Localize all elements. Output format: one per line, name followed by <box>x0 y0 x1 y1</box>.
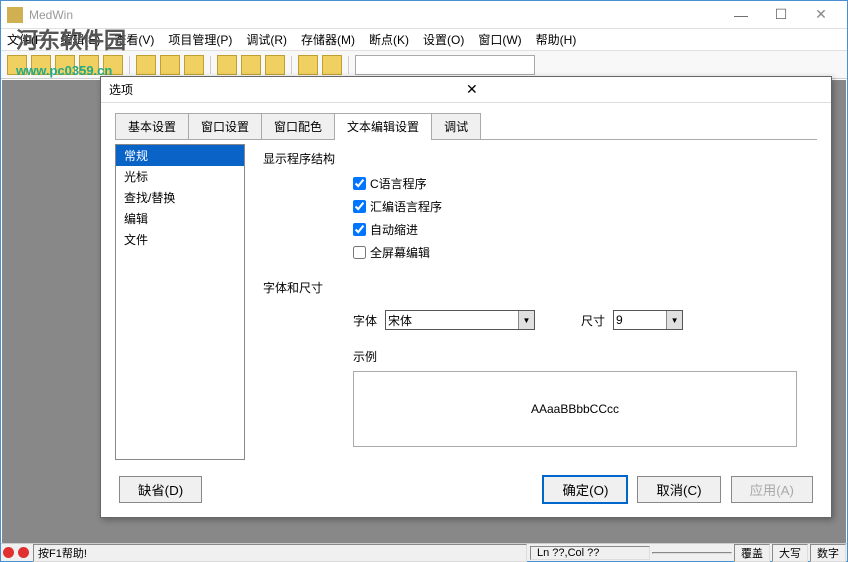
sample-label: 示例 <box>263 348 807 365</box>
check-fullscreen[interactable] <box>353 246 366 259</box>
toolbar-combo[interactable] <box>355 55 535 75</box>
separator <box>210 56 211 74</box>
options-dialog: 选项 ✕ 基本设置 窗口设置 窗口配色 文本编辑设置 调试 常规 光标 查找/替… <box>100 76 832 518</box>
toolbar-icon[interactable] <box>103 55 123 75</box>
defaults-button[interactable]: 缺省(D) <box>119 476 202 503</box>
tab-text-editor[interactable]: 文本编辑设置 <box>334 113 432 140</box>
size-value: 9 <box>616 313 623 327</box>
check-c-lang[interactable] <box>353 177 366 190</box>
category-list: 常规 光标 查找/替换 编辑 文件 <box>115 144 245 460</box>
menu-project[interactable]: 项目管理(P) <box>168 31 232 48</box>
statusbar: 按F1帮助! Ln ??,Col ?? 覆盖 大写 数字 <box>1 543 847 561</box>
check-c-lang-label: C语言程序 <box>370 175 427 192</box>
separator <box>291 56 292 74</box>
sample-text: AAaaBBbbCCcc <box>531 402 619 416</box>
sidebar-item-edit[interactable]: 编辑 <box>116 208 244 229</box>
sidebar-item-file[interactable]: 文件 <box>116 229 244 250</box>
toolbar-icon[interactable] <box>31 55 51 75</box>
status-dot-icon <box>18 547 29 558</box>
status-caps: 大写 <box>772 544 808 562</box>
ok-button[interactable]: 确定(O) <box>543 476 627 503</box>
toolbar-icon[interactable] <box>298 55 318 75</box>
status-ovr: 覆盖 <box>734 544 770 562</box>
check-indent-label: 自动缩进 <box>370 221 418 238</box>
toolbar-icon[interactable] <box>55 55 75 75</box>
window-title: MedWin <box>29 8 721 22</box>
status-dot-icon <box>3 547 14 558</box>
font-value: 宋体 <box>388 312 412 329</box>
struct-label: 显示程序结构 <box>263 150 807 167</box>
status-num: 数字 <box>810 544 846 562</box>
content-pane: 显示程序结构 C语言程序 汇编语言程序 自动缩进 全屏幕编辑 <box>253 144 817 460</box>
separator <box>348 56 349 74</box>
separator <box>129 56 130 74</box>
size-label: 尺寸 <box>581 312 605 329</box>
menubar: 文件(F) 编辑(E) 查看(V) 项目管理(P) 调试(R) 存储器(M) 断… <box>1 29 847 51</box>
titlebar: MedWin — ☐ ✕ <box>1 1 847 29</box>
toolbar-icon[interactable] <box>265 55 285 75</box>
menu-edit[interactable]: 编辑(E) <box>60 31 100 48</box>
tab-body: 常规 光标 查找/替换 编辑 文件 显示程序结构 C语言程序 汇编语言程序 自动… <box>101 140 831 468</box>
check-fullscreen-label: 全屏幕编辑 <box>370 244 430 261</box>
menu-help[interactable]: 帮助(H) <box>536 31 577 48</box>
font-size-label: 字体和尺寸 <box>263 279 807 296</box>
menu-debug[interactable]: 调试(R) <box>246 31 287 48</box>
font-select[interactable]: 宋体 ▼ <box>385 310 535 330</box>
check-indent[interactable] <box>353 223 366 236</box>
check-asm-label: 汇编语言程序 <box>370 198 442 215</box>
menu-memory[interactable]: 存储器(M) <box>301 31 355 48</box>
menu-breakpoint[interactable]: 断点(K) <box>369 31 409 48</box>
dialog-title: 选项 <box>109 81 462 98</box>
dialog-close-icon[interactable]: ✕ <box>462 81 823 98</box>
menu-file[interactable]: 文件(F) <box>7 31 46 48</box>
sample-preview: AAaaBBbbCCcc <box>353 371 797 447</box>
status-blank <box>652 552 732 554</box>
toolbar-icon[interactable] <box>160 55 180 75</box>
menu-settings[interactable]: 设置(O) <box>423 31 464 48</box>
toolbar-icon[interactable] <box>322 55 342 75</box>
size-select[interactable]: 9 ▼ <box>613 310 683 330</box>
chevron-down-icon: ▼ <box>518 311 534 329</box>
toolbar-icon[interactable] <box>184 55 204 75</box>
maximize-button[interactable]: ☐ <box>761 3 801 27</box>
app-icon <box>7 7 23 23</box>
tab-strip: 基本设置 窗口设置 窗口配色 文本编辑设置 调试 <box>101 103 831 139</box>
toolbar-icon[interactable] <box>241 55 261 75</box>
toolbar-icon[interactable] <box>79 55 99 75</box>
apply-button[interactable]: 应用(A) <box>731 476 813 503</box>
tab-colors[interactable]: 窗口配色 <box>261 113 335 139</box>
menu-window[interactable]: 窗口(W) <box>478 31 521 48</box>
status-pos: Ln ??,Col ?? <box>530 546 650 560</box>
toolbar <box>1 51 847 79</box>
dialog-buttons: 缺省(D) 确定(O) 取消(C) 应用(A) <box>101 468 831 517</box>
status-hint: 按F1帮助! <box>33 544 527 562</box>
toolbar-icon[interactable] <box>217 55 237 75</box>
dialog-titlebar: 选项 ✕ <box>101 77 831 103</box>
sidebar-item-general[interactable]: 常规 <box>116 145 244 166</box>
toolbar-icon[interactable] <box>7 55 27 75</box>
sidebar-item-find[interactable]: 查找/替换 <box>116 187 244 208</box>
menu-view[interactable]: 查看(V) <box>114 31 154 48</box>
tab-debug[interactable]: 调试 <box>431 113 481 139</box>
tab-window[interactable]: 窗口设置 <box>188 113 262 139</box>
check-asm[interactable] <box>353 200 366 213</box>
minimize-button[interactable]: — <box>721 3 761 27</box>
cancel-button[interactable]: 取消(C) <box>637 476 720 503</box>
chevron-down-icon: ▼ <box>666 311 682 329</box>
toolbar-icon[interactable] <box>136 55 156 75</box>
sidebar-item-cursor[interactable]: 光标 <box>116 166 244 187</box>
font-label: 字体 <box>353 312 377 329</box>
close-button[interactable]: ✕ <box>801 3 841 27</box>
tab-basic[interactable]: 基本设置 <box>115 113 189 139</box>
